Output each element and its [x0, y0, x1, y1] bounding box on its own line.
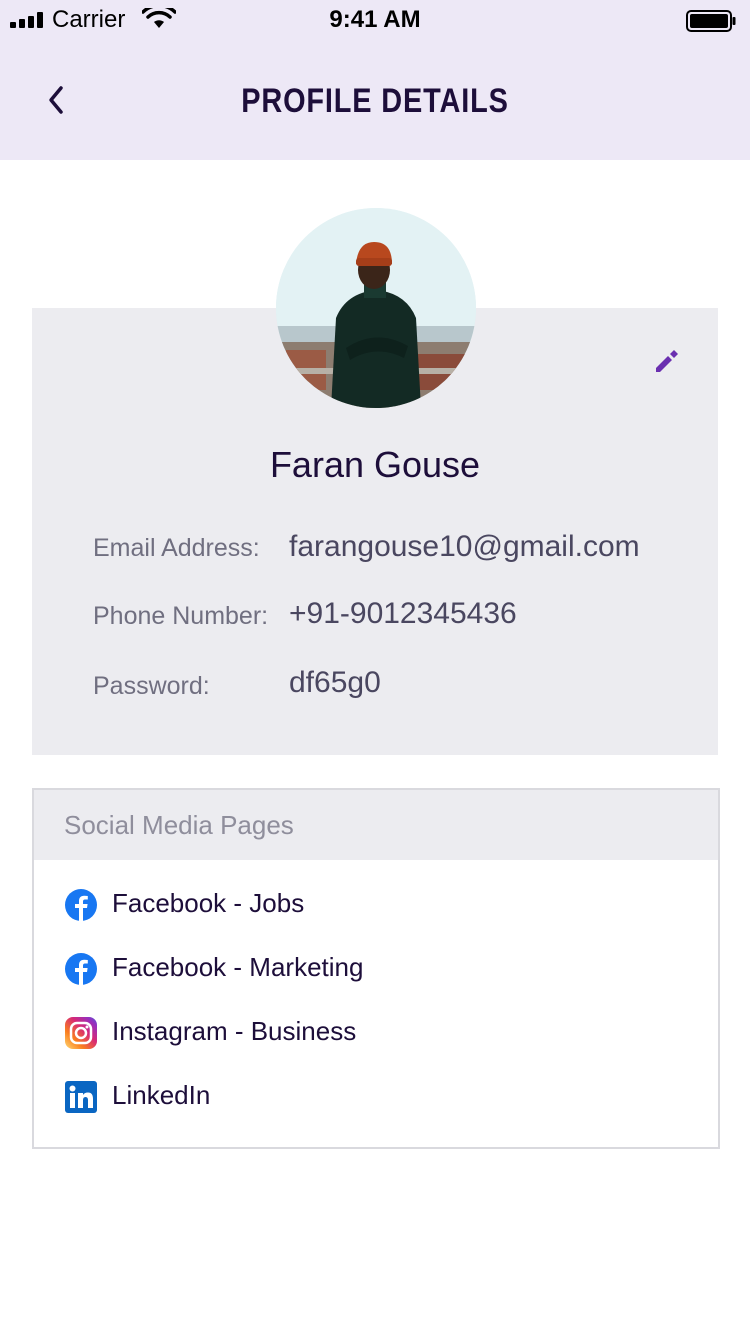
- avatar: [276, 208, 476, 408]
- social-item-label: LinkedIn: [112, 1080, 211, 1110]
- email-value: farangouse10@gmail.com: [289, 530, 640, 563]
- phone-label: Phone Number:: [93, 602, 269, 630]
- profile-photo: [276, 208, 476, 408]
- phone-value: +91-9012345436: [289, 597, 517, 630]
- linkedin-icon: [65, 1081, 97, 1113]
- social-item-instagram-business[interactable]: Instagram - Business: [64, 1016, 684, 1056]
- app-header: Carrier 9:41 AM PROFILE DETAILS: [0, 0, 750, 160]
- social-item-linkedin[interactable]: LinkedIn: [64, 1080, 684, 1120]
- edit-profile-button[interactable]: [650, 344, 682, 376]
- social-media-card: Social Media Pages Facebook - Jobs Faceb…: [32, 788, 720, 1149]
- password-label: Password:: [93, 672, 210, 700]
- status-time: 9:41 AM: [329, 6, 421, 33]
- facebook-icon: [65, 889, 97, 921]
- social-item-label: Facebook - Marketing: [112, 952, 364, 982]
- social-item-facebook-jobs[interactable]: Facebook - Jobs: [64, 888, 684, 928]
- status-bar: Carrier 9:41 AM: [0, 0, 750, 40]
- instagram-icon: [65, 1017, 97, 1049]
- profile-name: Faran Gouse: [269, 444, 481, 485]
- social-item-facebook-marketing[interactable]: Facebook - Marketing: [64, 952, 684, 992]
- email-label: Email Address:: [93, 534, 260, 562]
- password-value: df65g0: [289, 666, 381, 699]
- social-item-label: Facebook - Jobs: [112, 888, 305, 918]
- social-media-title: Social Media Pages: [64, 810, 294, 840]
- facebook-icon: [65, 953, 97, 985]
- social-item-label: Instagram - Business: [112, 1016, 357, 1046]
- battery-icon: [686, 10, 736, 32]
- social-media-header: Social Media Pages: [34, 790, 718, 860]
- page-title: PROFILE DETAILS: [241, 82, 509, 120]
